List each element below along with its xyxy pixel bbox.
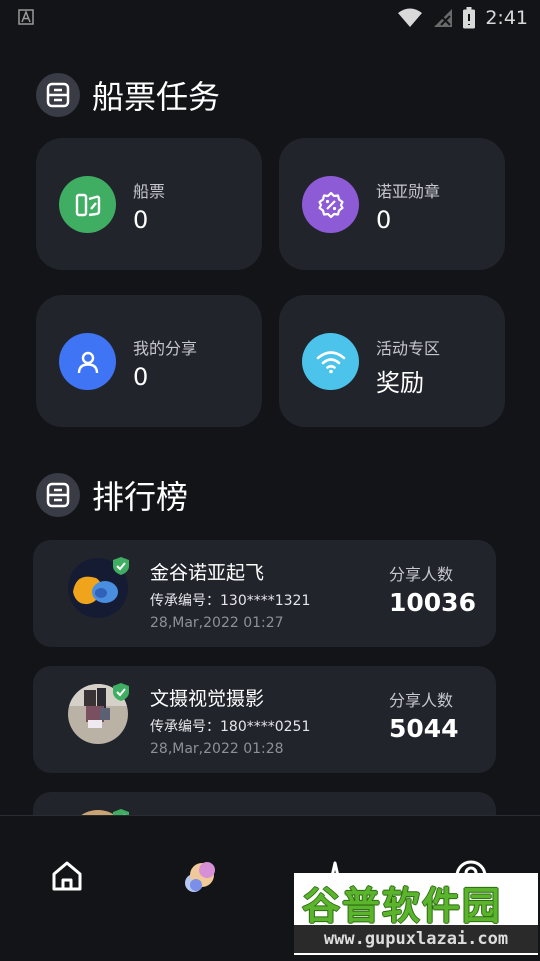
wifi-icon [302, 333, 359, 390]
my-share-value: 0 [133, 363, 149, 391]
ranking-item[interactable]: 文摄视觉摄影 传承编号：180****0251 28,Mar,2022 01:2… [33, 666, 496, 773]
status-bar: 2:41 [0, 0, 540, 36]
ranking-code: 传承编号：180****0251 [150, 719, 311, 735]
status-time: 2:41 [485, 7, 528, 29]
ranking-time: 28,Mar,2022 01:28 [150, 741, 284, 757]
ticket-icon [59, 176, 116, 233]
watermark-url: www.gupuxlazai.com [294, 925, 538, 953]
battery-icon [463, 7, 476, 29]
user-icon [59, 333, 116, 390]
watermark-title: 谷普软件园 [302, 884, 503, 928]
badge-gear-icon [302, 176, 359, 233]
my-share-card[interactable]: 我的分享 0 [36, 295, 262, 427]
activity-zone-label: 活动专区 [376, 339, 441, 358]
medal-label: 诺亚勋章 [376, 182, 441, 201]
activity-zone-card[interactable]: 活动专区 奖励 [279, 295, 505, 427]
verified-check-icon [113, 683, 129, 701]
ranking-name: 金谷诺亚起飞 [150, 562, 265, 584]
ranking-code: 传承编号：130****1321 [150, 593, 311, 609]
ticket-card[interactable]: 船票 0 [36, 138, 262, 270]
ranking-time: 28,Mar,2022 01:27 [150, 615, 284, 631]
ranking-item[interactable]: 金谷诺亚起飞 传承编号：130****1321 28,Mar,2022 01:2… [33, 540, 496, 647]
ranking-section-header: 排行榜 [36, 472, 188, 518]
share-count-value: 5044 [389, 714, 459, 743]
watermark: 谷普软件园 www.gupuxlazai.com [294, 873, 538, 955]
task-section-header: 船票任务 [36, 72, 220, 118]
activity-zone-value: 奖励 [376, 369, 424, 397]
ticket-value: 0 [133, 206, 149, 234]
verified-check-icon [113, 557, 129, 575]
ticket-label: 船票 [133, 182, 166, 201]
no-signal-icon [434, 9, 453, 27]
my-share-label: 我的分享 [133, 339, 198, 358]
share-count-label: 分享人数 [389, 691, 454, 710]
medal-value: 0 [376, 206, 392, 234]
task-section-title: 船票任务 [92, 78, 221, 116]
planet-icon[interactable] [181, 856, 221, 896]
list-icon [36, 73, 80, 117]
share-count-value: 10036 [389, 588, 476, 617]
ranking-section-title: 排行榜 [92, 478, 189, 516]
ranking-name: 文摄视觉摄影 [150, 688, 265, 710]
home-icon[interactable] [47, 856, 87, 896]
wifi-signal-icon [398, 8, 423, 27]
share-count-label: 分享人数 [389, 565, 454, 584]
list-icon [36, 473, 80, 517]
medal-card[interactable]: 诺亚勋章 0 [279, 138, 505, 270]
app-notification-icon [18, 9, 34, 25]
